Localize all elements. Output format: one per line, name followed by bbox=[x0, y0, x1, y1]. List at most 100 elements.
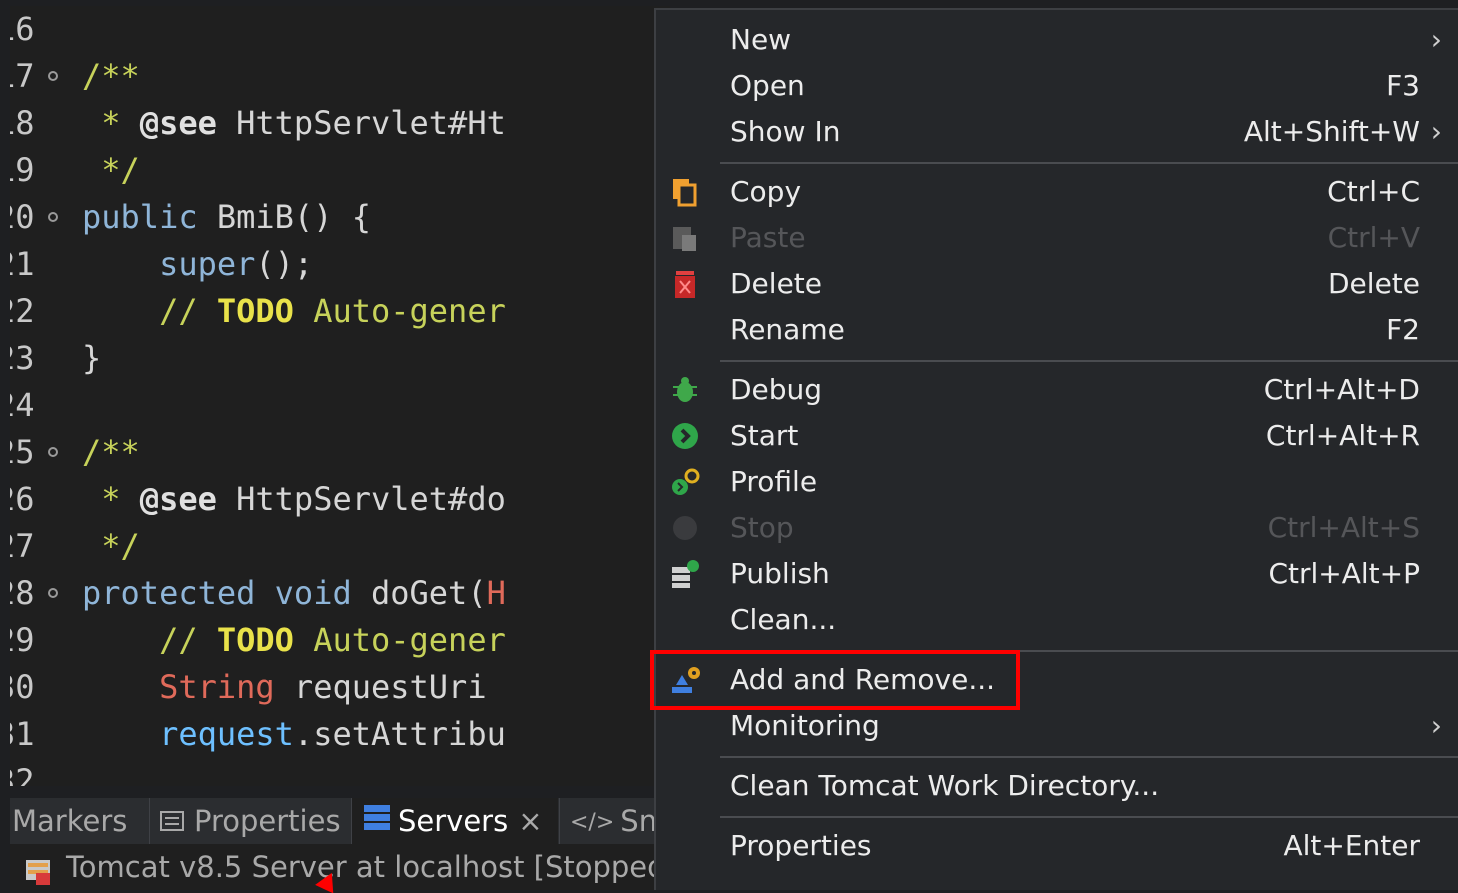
code-token: HttpServlet#Ht bbox=[216, 104, 506, 142]
line-number: 21 bbox=[10, 245, 35, 283]
code-line[interactable]: 22 // TODO Auto-gener bbox=[10, 288, 670, 335]
menu-item-clean-tomcat-work-directory[interactable]: Clean Tomcat Work Directory... bbox=[656, 764, 1458, 808]
menu-item-rename[interactable]: Rename F2 bbox=[656, 308, 1458, 352]
code-line[interactable]: 27 */ bbox=[10, 523, 670, 570]
code-line[interactable]: 25/** bbox=[10, 429, 670, 476]
code-line[interactable]: 31 request.setAttribu bbox=[10, 711, 670, 758]
menu-item-shortcut: Alt+Shift+W bbox=[1243, 115, 1420, 148]
debug-icon bbox=[670, 375, 700, 405]
code-text: // TODO Auto-gener bbox=[82, 288, 506, 335]
menu-item-shortcut: Alt+Enter bbox=[1283, 829, 1420, 862]
chevron-right-icon: › bbox=[1430, 709, 1442, 742]
bottom-panel-tabs: MarkersPropertiesServers×</>Snip bbox=[10, 798, 670, 844]
code-line[interactable]: 16 bbox=[10, 6, 670, 53]
line-number: 32 bbox=[10, 762, 35, 786]
code-token: request bbox=[82, 715, 294, 753]
code-text: /** bbox=[82, 429, 140, 476]
code-token: // bbox=[82, 292, 217, 330]
publish-icon bbox=[670, 559, 700, 589]
line-number: 22 bbox=[10, 292, 35, 330]
code-line[interactable]: 28protected void doGet(H bbox=[10, 570, 670, 617]
menu-item-label: Paste bbox=[730, 221, 806, 254]
menu-item-new[interactable]: New › bbox=[656, 18, 1458, 62]
menu-item-shortcut: F3 bbox=[1386, 69, 1420, 102]
menu-item-open[interactable]: Open F3 bbox=[656, 64, 1458, 108]
menu-item-profile[interactable]: Profile bbox=[656, 460, 1458, 504]
menu-item-properties[interactable]: Properties Alt+Enter bbox=[656, 824, 1458, 868]
menu-separator bbox=[720, 756, 1458, 758]
code-line[interactable]: 29 // TODO Auto-gener bbox=[10, 617, 670, 664]
code-text: super(); bbox=[82, 241, 313, 288]
code-token: HttpServlet#do bbox=[216, 480, 506, 518]
tab-label: Markers bbox=[12, 804, 128, 838]
menu-item-label: Clean Tomcat Work Directory... bbox=[730, 769, 1160, 802]
menu-item-paste: Paste Ctrl+V bbox=[656, 216, 1458, 260]
tab-properties[interactable]: Properties bbox=[150, 798, 350, 844]
code-line[interactable]: 21 super(); bbox=[10, 241, 670, 288]
line-number: 29 bbox=[10, 621, 35, 659]
menu-item-label: Rename bbox=[730, 313, 845, 346]
menu-item-copy[interactable]: Copy Ctrl+C bbox=[656, 170, 1458, 214]
menu-separator bbox=[720, 162, 1458, 164]
code-text: * @see HttpServlet#Ht bbox=[82, 100, 506, 147]
menu-item-clean[interactable]: Clean... bbox=[656, 598, 1458, 642]
code-text: request.setAttribu bbox=[82, 711, 506, 758]
tab-markers[interactable]: Markers bbox=[10, 798, 148, 844]
code-text: /** bbox=[82, 53, 140, 100]
menu-item-monitoring[interactable]: Monitoring › bbox=[656, 704, 1458, 748]
menu-item-start[interactable]: Start Ctrl+Alt+R bbox=[656, 414, 1458, 458]
code-text: */ bbox=[82, 523, 140, 570]
menu-item-label: New bbox=[730, 23, 792, 56]
code-line[interactable]: 24 bbox=[10, 382, 670, 429]
server-list-row[interactable]: Tomcat v8.5 Server at localhost [Stopped bbox=[10, 844, 670, 890]
code-text: } bbox=[82, 335, 101, 382]
menu-item-shortcut: Ctrl+C bbox=[1327, 175, 1420, 208]
menu-item-delete[interactable]: Delete Delete bbox=[656, 262, 1458, 306]
code-line[interactable]: 26 * @see HttpServlet#do bbox=[10, 476, 670, 523]
code-editor[interactable]: 1617/**18 * @see HttpServlet#Ht19 */20pu… bbox=[10, 6, 670, 786]
code-token: String bbox=[82, 668, 294, 706]
code-line[interactable]: 18 * @see HttpServlet#Ht bbox=[10, 100, 670, 147]
menu-item-label: Copy bbox=[730, 175, 802, 208]
snippets-icon: </> bbox=[570, 810, 615, 835]
fold-toggle-icon[interactable] bbox=[48, 71, 58, 81]
menu-item-show-in[interactable]: Show In Alt+Shift+W › bbox=[656, 110, 1458, 154]
code-line[interactable]: 23} bbox=[10, 335, 670, 382]
fold-toggle-icon[interactable] bbox=[48, 588, 58, 598]
code-token: public bbox=[82, 198, 217, 236]
menu-separator bbox=[720, 360, 1458, 362]
code-token: TODO bbox=[216, 621, 294, 659]
code-token: (); bbox=[255, 245, 314, 283]
code-text: */ bbox=[82, 147, 140, 194]
code-line[interactable]: 30 String requestUri bbox=[10, 664, 670, 711]
menu-item-publish[interactable]: Publish Ctrl+Alt+P bbox=[656, 552, 1458, 596]
code-token: */ bbox=[82, 151, 140, 189]
code-line[interactable]: 19 */ bbox=[10, 147, 670, 194]
properties-icon bbox=[160, 800, 188, 844]
fold-toggle-icon[interactable] bbox=[48, 447, 58, 457]
close-icon[interactable]: × bbox=[518, 804, 542, 838]
fold-toggle-icon[interactable] bbox=[48, 212, 58, 222]
paste-icon bbox=[670, 223, 700, 253]
code-text: public BmiB() { bbox=[82, 194, 371, 241]
code-token: * bbox=[82, 480, 140, 518]
menu-item-debug[interactable]: Debug Ctrl+Alt+D bbox=[656, 368, 1458, 412]
menu-item-label: Delete bbox=[730, 267, 822, 300]
menu-item-shortcut: Ctrl+Alt+P bbox=[1268, 557, 1420, 590]
menu-item-label: Profile bbox=[730, 465, 818, 498]
code-text: * @see HttpServlet#do bbox=[82, 476, 506, 523]
code-text: String requestUri bbox=[82, 664, 487, 711]
line-number: 23 bbox=[10, 339, 35, 377]
menu-separator bbox=[720, 816, 1458, 818]
code-line[interactable]: 32 bbox=[10, 758, 670, 786]
code-line[interactable]: 20public BmiB() { bbox=[10, 194, 670, 241]
tab-servers[interactable]: Servers × bbox=[352, 798, 558, 844]
code-line[interactable]: 17/** bbox=[10, 53, 670, 100]
menu-item-stop: Stop Ctrl+Alt+S bbox=[656, 506, 1458, 550]
code-token: /** bbox=[82, 57, 140, 95]
copy-icon bbox=[670, 177, 700, 207]
line-number: 30 bbox=[10, 668, 35, 706]
chevron-right-icon: › bbox=[1430, 23, 1442, 56]
code-token: super bbox=[82, 245, 256, 283]
code-token: requestUri bbox=[293, 668, 487, 706]
